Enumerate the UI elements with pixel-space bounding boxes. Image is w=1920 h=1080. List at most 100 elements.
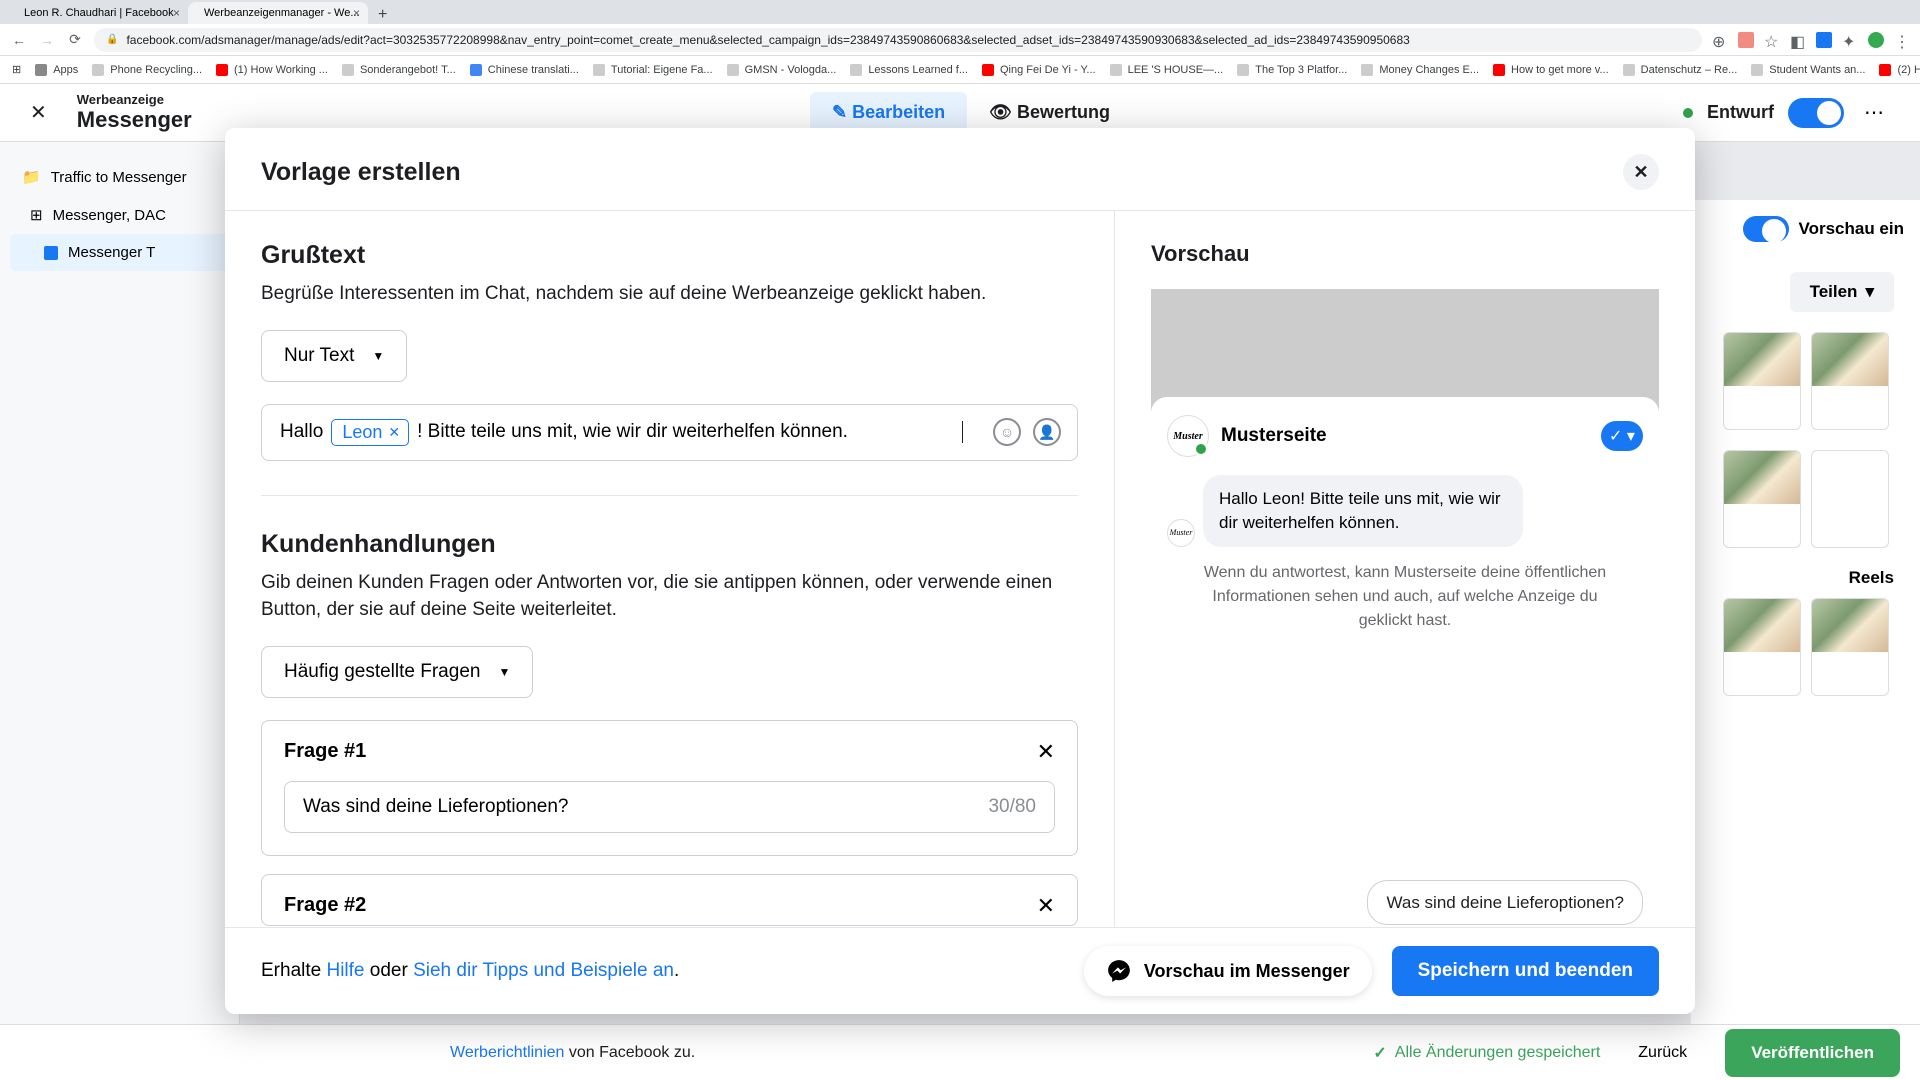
actions-section-title: Kundenhandlungen (261, 530, 1078, 559)
preview-thumbnail[interactable] (1723, 332, 1801, 430)
tab-title: Leon R. Chaudhari | Facebook (24, 7, 174, 19)
ext-icon[interactable] (1738, 32, 1754, 48)
bookmark-item[interactable]: Sonderangebot! T... (342, 64, 456, 76)
page-name: Musterseite (1221, 425, 1589, 447)
emoji-icon[interactable]: ☺ (993, 418, 1021, 446)
quick-reply-chip[interactable]: Was sind deine Lieferoptionen? (1367, 880, 1643, 925)
footer-help-text: Erhalte Hilfe oder Sieh dir Tipps und Be… (261, 960, 679, 982)
reels-label: Reels (1707, 568, 1904, 588)
bookmark-item[interactable]: Lessons Learned f... (850, 64, 968, 76)
ext-icon[interactable]: ◧ (1790, 32, 1806, 48)
bookmark-item[interactable]: (2) How To Add A... (1879, 64, 1920, 76)
back-button[interactable]: Zurück (1618, 1032, 1707, 1074)
template-modal: Vorlage erstellen ✕ Grußtext Begrüße Int… (225, 128, 1695, 1014)
preview-thumbnail[interactable] (1723, 450, 1801, 548)
back-icon[interactable]: ← (10, 31, 28, 49)
accept-button[interactable]: ✓ ▾ (1601, 421, 1643, 451)
close-icon[interactable]: ✕ (30, 100, 47, 125)
bookmark-item[interactable]: Tutorial: Eigene Fa... (593, 64, 713, 76)
fb-ext-icon[interactable] (1816, 32, 1832, 48)
address-bar: ← → ⟳ 🔒 facebook.com/adsmanager/manage/a… (0, 24, 1920, 56)
action-type-dropdown[interactable]: Häufig gestellte Fragen ▼ (261, 646, 533, 698)
bookmark-item[interactable]: How to get more v... (1493, 64, 1609, 76)
close-icon[interactable]: ✕ (1037, 739, 1055, 765)
bookmark-item[interactable]: Chinese translati... (470, 64, 579, 76)
bookmark-item[interactable]: LEE 'S HOUSE—... (1110, 64, 1224, 76)
status-toggle[interactable] (1788, 98, 1844, 128)
char-count: 30/80 (988, 796, 1036, 818)
actions-desc: Gib deinen Kunden Fragen oder Antworten … (261, 569, 1078, 624)
close-icon[interactable]: ✕ (1037, 893, 1055, 919)
bookmark-item[interactable]: Money Changes E... (1361, 64, 1479, 76)
preview-in-messenger-button[interactable]: Vorschau im Messenger (1084, 946, 1372, 996)
bookmark-item[interactable]: The Top 3 Platfor... (1237, 64, 1347, 76)
menu-icon[interactable]: ⋮ (1894, 32, 1910, 48)
close-icon[interactable]: ✕ (1623, 154, 1659, 190)
tab-title: Werbeanzeigenmanager - We... (204, 7, 360, 19)
personalization-token[interactable]: Leon ✕ (331, 419, 409, 446)
new-tab-button[interactable]: + (368, 6, 397, 24)
preview-thumbnail[interactable] (1811, 332, 1889, 430)
save-and-exit-button[interactable]: Speichern und beenden (1392, 946, 1659, 996)
close-icon[interactable]: × (173, 6, 180, 20)
tree-adset[interactable]: ⊞ Messenger, DAC (10, 196, 229, 234)
apps-icon[interactable]: ⊞ (12, 63, 21, 76)
preview-thumbnail[interactable] (1811, 598, 1889, 696)
close-icon[interactable]: × (353, 6, 360, 20)
structure-tree: 📁 Traffic to Messenger ⊞ Messenger, DAC … (0, 142, 240, 1080)
preview-thumbnail[interactable] (1811, 450, 1889, 548)
puzzle-icon[interactable]: ✦ (1842, 32, 1858, 48)
dropdown-label: Nur Text (284, 345, 354, 367)
help-link[interactable]: Hilfe (326, 960, 364, 981)
bookmark-item[interactable]: GMSN - Vologda... (727, 64, 837, 76)
tree-ad[interactable]: Messenger T (10, 234, 229, 271)
browser-tab-1[interactable]: Werbeanzeigenmanager - We... × (188, 2, 368, 24)
preview-toggle[interactable] (1743, 216, 1789, 242)
greeting-desc: Begrüße Interessenten im Chat, nachdem s… (261, 280, 1078, 308)
preview-panel: Vorschau ein Teilen ▾ Reels (1690, 200, 1920, 1040)
bookmark-item[interactable]: Apps (35, 64, 78, 76)
person-icon[interactable]: 👤 (1033, 418, 1061, 446)
bookmark-item[interactable]: Qing Fei De Yi - Y... (982, 64, 1096, 76)
more-icon[interactable]: ⋯ (1858, 97, 1890, 129)
policy-link[interactable]: Werberichtlinien (450, 1044, 564, 1061)
avatar-icon[interactable] (1868, 32, 1884, 48)
chevron-down-icon: ▼ (372, 349, 384, 363)
zoom-icon[interactable]: ⊕ (1712, 32, 1728, 48)
greeting-section-title: Grußtext (261, 241, 1078, 270)
tree-campaign[interactable]: 📁 Traffic to Messenger (10, 158, 229, 196)
template-form: Grußtext Begrüße Interessenten im Chat, … (225, 211, 1115, 927)
browser-tab-0[interactable]: Leon R. Chaudhari | Facebook × (8, 2, 188, 24)
bookmark-item[interactable]: Datenschutz – Re... (1623, 64, 1738, 76)
bookmark-item[interactable]: (1) How Working ... (216, 64, 328, 76)
question-input[interactable]: Was sind deine Lieferoptionen? 30/80 (284, 781, 1055, 833)
bookmark-item[interactable]: Student Wants an... (1751, 64, 1865, 76)
share-button[interactable]: Teilen ▾ (1790, 272, 1894, 312)
format-dropdown[interactable]: Nur Text ▼ (261, 330, 407, 382)
url-input[interactable]: 🔒 facebook.com/adsmanager/manage/ads/edi… (94, 28, 1702, 52)
addr-icons: ⊕ ☆ ◧ ✦ ⋮ (1712, 32, 1910, 48)
reload-icon[interactable]: ⟳ (66, 31, 84, 49)
small-avatar: Muster (1167, 519, 1195, 547)
edit-button[interactable]: ✎ Bearbeiten (810, 92, 967, 133)
header-subtitle: Werbeanzeige (77, 92, 192, 107)
examples-link[interactable]: Sieh dir Tipps und Beispiele an (413, 960, 674, 981)
bookmarks-bar: ⊞ Apps Phone Recycling... (1) How Workin… (0, 56, 1920, 84)
saved-status: Alle Änderungen gespeichert (1373, 1043, 1600, 1063)
header-title: Messenger (77, 107, 192, 133)
star-icon[interactable]: ☆ (1764, 32, 1780, 48)
online-dot (1194, 442, 1208, 456)
question-title: Frage #2 (284, 894, 366, 917)
browser-tab-strip: Leon R. Chaudhari | Facebook × Werbeanze… (0, 0, 1920, 24)
bookmark-item[interactable]: Phone Recycling... (92, 64, 202, 76)
review-button[interactable]: 👁 Bewertung (989, 102, 1110, 123)
page-avatar: Muster (1167, 415, 1209, 457)
forward-icon[interactable]: → (38, 31, 56, 49)
chat-window: Muster Musterseite ✓ ▾ Muster Hallo Leon… (1151, 397, 1659, 927)
preview-toggle-label: Vorschau ein (1799, 219, 1905, 239)
publish-button[interactable]: Veröffentlichen (1725, 1029, 1900, 1077)
template-preview: Vorschau Muster Musterseite ✓ ▾ Muster H… (1115, 211, 1695, 927)
preview-thumbnail[interactable] (1723, 598, 1801, 696)
greeting-text-input[interactable]: Hallo Leon ✕ ! Bitte teile uns mit, wie … (261, 404, 1078, 461)
remove-token-icon[interactable]: ✕ (388, 424, 400, 441)
